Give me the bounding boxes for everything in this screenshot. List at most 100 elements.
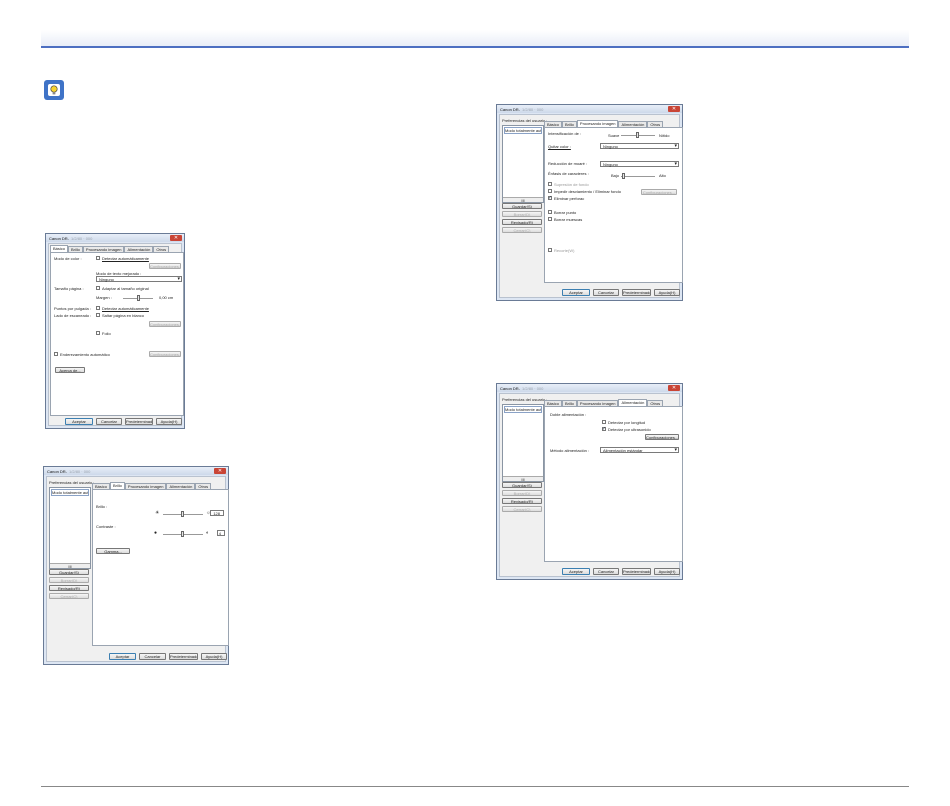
cancelar-button[interactable]: Cancelar [139,653,166,660]
revisado-button[interactable]: Revisado(R) [502,219,542,225]
aceptar-button[interactable]: Aceptar [65,418,93,425]
ayuda-button[interactable]: Ayuda(H) [156,418,182,425]
aceptar-button[interactable]: Aceptar [562,568,590,575]
cancelar-button[interactable]: Cancelar [593,568,619,575]
configuraciones-button[interactable]: Configuraciones... [645,434,679,440]
borrar-button[interactable]: Borrar(D) [502,490,542,496]
pref-label: Preferencias del usuario : [49,480,95,485]
margen-label: Margen : [96,295,112,300]
pref-label: Preferencias del usuario : [502,118,548,123]
guardar-button[interactable]: Guardar(S) [502,482,542,488]
eliminar-perforac-checkbox[interactable] [548,195,552,201]
cerrar-button[interactable]: Cerrar(C) [502,506,542,512]
brightness-low-icon: ☀ [155,510,160,516]
pref-label: Preferencias del usuario : [502,397,548,402]
adaptar-checkbox[interactable] [96,286,100,290]
ayuda-button[interactable]: Ayuda(H) [654,289,680,296]
brillo-label: Brillo : [96,504,108,509]
borrar-button[interactable]: Borrar(D) [49,577,89,583]
recorte-checkbox[interactable] [548,248,552,252]
impedir-label: Impedir desviamiento / Eliminar fondo [554,189,621,194]
borrar-muescas-label: Borrar muescas [554,217,583,222]
ayuda-button[interactable]: Ayuda(H) [201,653,227,660]
brillo-slider-thumb[interactable] [181,511,184,517]
puntos-checkbox[interactable] [96,306,100,310]
revisado-button[interactable]: Revisado(R) [49,585,89,591]
cancelar-button[interactable]: Cancelar [96,418,122,425]
predeterminado-button[interactable]: Predeterminado [622,568,651,575]
title-bar: Canon DR- 1/2/80 · 000 ✕ [497,384,682,392]
configuraciones-button[interactable]: Configuraciones... [149,263,181,269]
window-title: Canon DR- [47,468,68,474]
supresion-checkbox[interactable] [548,182,552,186]
pref-list[interactable]: Modo totalmente autom III [502,404,544,482]
contrast-high-icon: ◐ [206,530,210,536]
close-icon[interactable]: ✕ [668,385,680,391]
predeterminado-button[interactable]: Predeterminado [125,418,153,425]
cancelar-button[interactable]: Cancelar [593,289,619,296]
cerrar-button[interactable]: Cerrar(C) [502,227,542,233]
predeterminado-button[interactable]: Predeterminado [622,289,651,296]
modo-texto-select[interactable]: Ninguno [96,276,182,282]
list-scrollbar[interactable]: III [503,476,543,482]
aceptar-button[interactable]: Aceptar [109,653,136,660]
metodo-label: Método alimentación : [550,448,590,453]
detectar-auto-checkbox[interactable] [96,256,100,260]
reduccion-label: Reducción de moaré : [548,161,588,166]
saltar-checkbox[interactable] [96,313,100,317]
nitido-label: Nítido [659,133,670,138]
close-icon[interactable]: ✕ [170,235,182,241]
window-title: Canon DR- [500,106,521,112]
configuraciones2-button[interactable]: Configuraciones... [149,321,181,327]
list-item[interactable]: Modo totalmente autom [504,406,542,413]
folio-checkbox[interactable] [96,331,100,335]
detectar-ultrasonido-checkbox[interactable] [602,426,606,432]
aceptar-button[interactable]: Aceptar [562,289,590,296]
title-bar: Canon DR- 1/2/80 · 000 ✕ [44,467,228,475]
impedir-checkbox[interactable] [548,189,552,193]
borrar-button[interactable]: Borrar(D) [502,211,542,217]
list-item[interactable]: Modo totalmente autom [504,127,542,134]
contraste-spinbox[interactable]: 4 [217,530,225,536]
revisado-button[interactable]: Revisado(R) [502,498,542,504]
quitar-color-label: Quitar color : [548,144,571,149]
pref-list[interactable]: Modo totalmente autom III [502,125,544,203]
reduccion-select[interactable]: Ninguno [600,161,679,167]
list-scrollbar[interactable]: III [503,197,543,203]
list-item[interactable]: Modo totalmente autom [51,489,89,496]
detectar-longitud-checkbox[interactable] [602,420,606,424]
saltar-label: Saltar página en blanco [102,313,145,318]
window-title: Canon DR- [500,385,521,391]
endereza-checkbox[interactable] [54,352,58,356]
alto-label: Alto [659,173,666,178]
close-icon[interactable]: ✕ [214,468,226,474]
guardar-button[interactable]: Guardar(S) [49,569,89,575]
acerca-button[interactable]: Acerca de... [55,367,85,373]
borrar-punto-checkbox[interactable] [548,210,552,214]
tab-panel: Doble alimentación : Detectar por longit… [544,406,683,562]
cerrar-button[interactable]: Cerrar(C) [49,593,89,599]
dialog-alimentacion: Canon DR- 1/2/80 · 000 ✕ Preferencias de… [496,383,683,580]
margen-slider-thumb[interactable] [137,295,140,301]
configuraciones3-button[interactable]: Configuraciones... [149,351,181,357]
borrar-muescas-checkbox[interactable] [548,217,552,221]
header-band [41,30,909,47]
quitar-color-select[interactable]: Ninguno [600,143,679,149]
close-icon[interactable]: ✕ [668,106,680,112]
predeterminado-button[interactable]: Predeterminado [169,653,198,660]
tab-panel: Brillo : ☀ ☼ 128 Contraste : ● ◐ 4 Gamma… [92,489,229,646]
metodo-select[interactable]: Alimentación estándar [600,447,679,453]
modo-color-label: Modo de color : [54,256,82,261]
configuraciones-button[interactable]: Configuraciones... [641,189,677,195]
intensificacion-slider-thumb[interactable] [636,132,639,138]
list-scrollbar[interactable]: III [50,563,90,569]
tab-panel: Intensificación de : Suave Nítido Quitar… [544,127,683,283]
gamma-button[interactable]: Gamma... [96,548,130,554]
pref-list[interactable]: Modo totalmente autom III [49,487,91,569]
contraste-slider-thumb[interactable] [181,531,184,537]
enfasis-slider-thumb[interactable] [622,173,625,179]
dialog-basic: Canon DR- 1/2/80 · 000 ✕ Básico Brillo P… [45,233,185,429]
brillo-spinbox[interactable]: 128 [210,510,224,516]
ayuda-button[interactable]: Ayuda(H) [654,568,680,575]
guardar-button[interactable]: Guardar(S) [502,203,542,209]
